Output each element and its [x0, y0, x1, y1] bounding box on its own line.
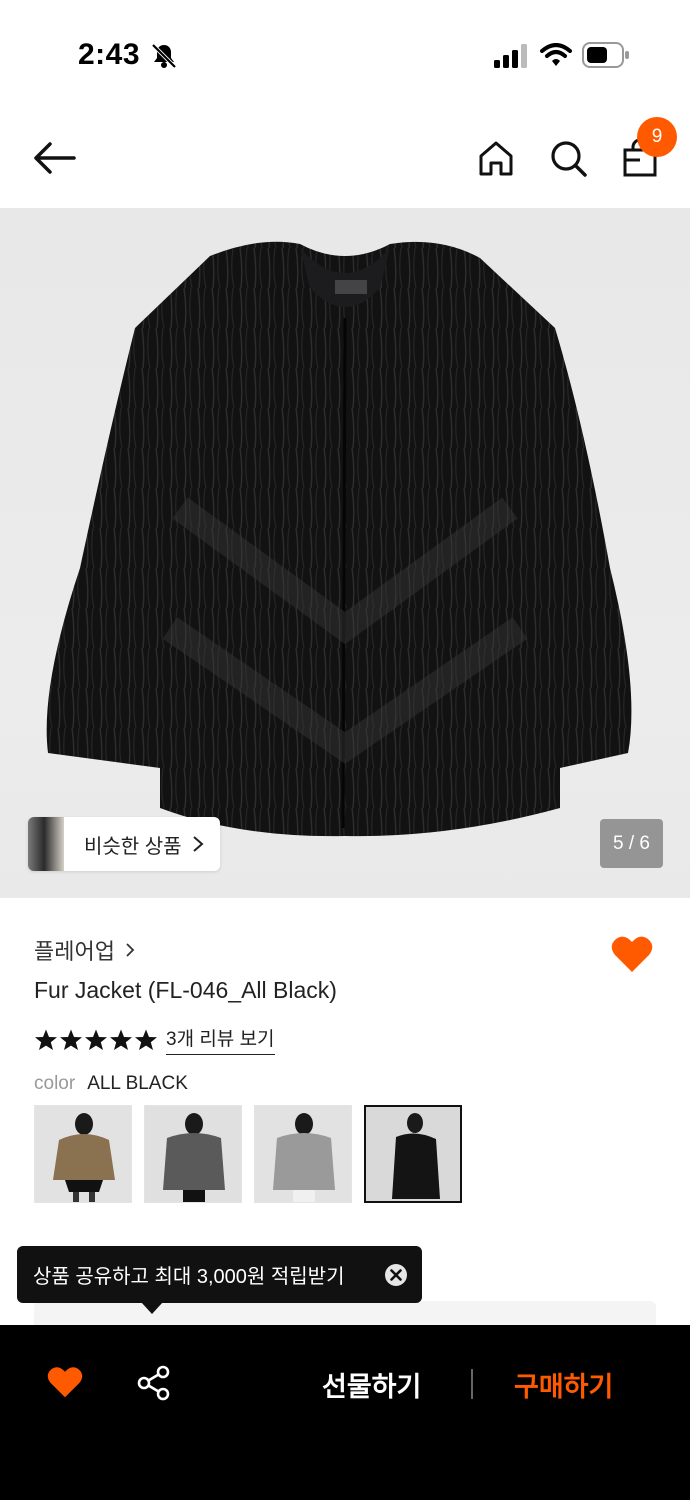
rating-row: 3개 리뷰 보기	[34, 1024, 275, 1055]
rating-stars	[34, 1028, 158, 1052]
color-option-brown[interactable]	[34, 1105, 132, 1203]
color-options	[34, 1105, 462, 1203]
brown-fur-jacket-thumbnail-icon	[35, 1106, 131, 1202]
status-bar: 2:43	[0, 0, 690, 110]
chevron-right-icon	[192, 836, 204, 852]
wifi-icon	[540, 43, 572, 66]
color-option-dark-gray[interactable]	[144, 1105, 242, 1203]
star-icon	[85, 1029, 107, 1050]
view-reviews-link[interactable]: 3개 리뷰 보기	[166, 1024, 275, 1055]
tooltip-text: 상품 공유하고 최대 3,000원 적립받기	[33, 1266, 345, 1288]
star-icon	[110, 1029, 132, 1050]
color-option-all-black[interactable]	[364, 1105, 462, 1203]
similar-products-label: 비슷한 상품	[84, 835, 182, 858]
black-fur-jacket-thumbnail-icon	[366, 1107, 460, 1201]
chevron-right-icon	[126, 943, 135, 957]
color-option-light-gray[interactable]	[254, 1105, 352, 1203]
cart-count-badge: 9	[637, 117, 677, 157]
cellular-signal-icon	[494, 44, 527, 68]
top-navigation: 9	[0, 110, 690, 208]
brand-link[interactable]: 플레어업	[34, 934, 135, 966]
close-icon[interactable]	[384, 1263, 408, 1287]
search-icon[interactable]	[548, 138, 588, 178]
bottom-action-bar: 선물하기 구매하기	[0, 1325, 690, 1500]
bell-muted-icon	[151, 43, 177, 69]
share-reward-tooltip: 상품 공유하고 최대 3,000원 적립받기	[17, 1246, 422, 1303]
brand-name: 플레어업	[34, 939, 115, 964]
color-label: color	[34, 1073, 76, 1094]
product-image-gallery[interactable]: 비슷한 상품 5 / 6	[0, 208, 690, 898]
buy-button[interactable]: 구매하기	[514, 1365, 613, 1404]
product-image	[46, 241, 632, 837]
home-icon[interactable]	[476, 138, 516, 178]
back-arrow-icon[interactable]	[32, 140, 76, 176]
gift-button[interactable]: 선물하기	[322, 1365, 421, 1404]
similar-products-button[interactable]: 비슷한 상품	[28, 817, 220, 871]
color-value: ALL BLACK	[87, 1073, 188, 1094]
status-time: 2:43	[78, 38, 141, 71]
similar-product-thumbnail	[28, 817, 64, 871]
share-icon[interactable]	[136, 1365, 172, 1401]
wishlist-heart-icon[interactable]	[610, 934, 654, 974]
star-icon	[60, 1029, 82, 1050]
light-gray-fur-jacket-thumbnail-icon	[255, 1106, 351, 1202]
dark-gray-fur-jacket-thumbnail-icon	[145, 1106, 241, 1202]
star-icon	[135, 1029, 157, 1050]
battery-icon	[582, 42, 629, 68]
color-row: color ALL BLACK	[34, 1073, 188, 1095]
heart-icon[interactable]	[46, 1365, 84, 1399]
divider	[471, 1369, 473, 1399]
tooltip-arrow	[141, 1302, 163, 1314]
star-icon	[35, 1029, 57, 1050]
product-title: Fur Jacket (FL-046_All Black)	[34, 977, 337, 1003]
image-page-indicator: 5 / 6	[600, 819, 663, 868]
